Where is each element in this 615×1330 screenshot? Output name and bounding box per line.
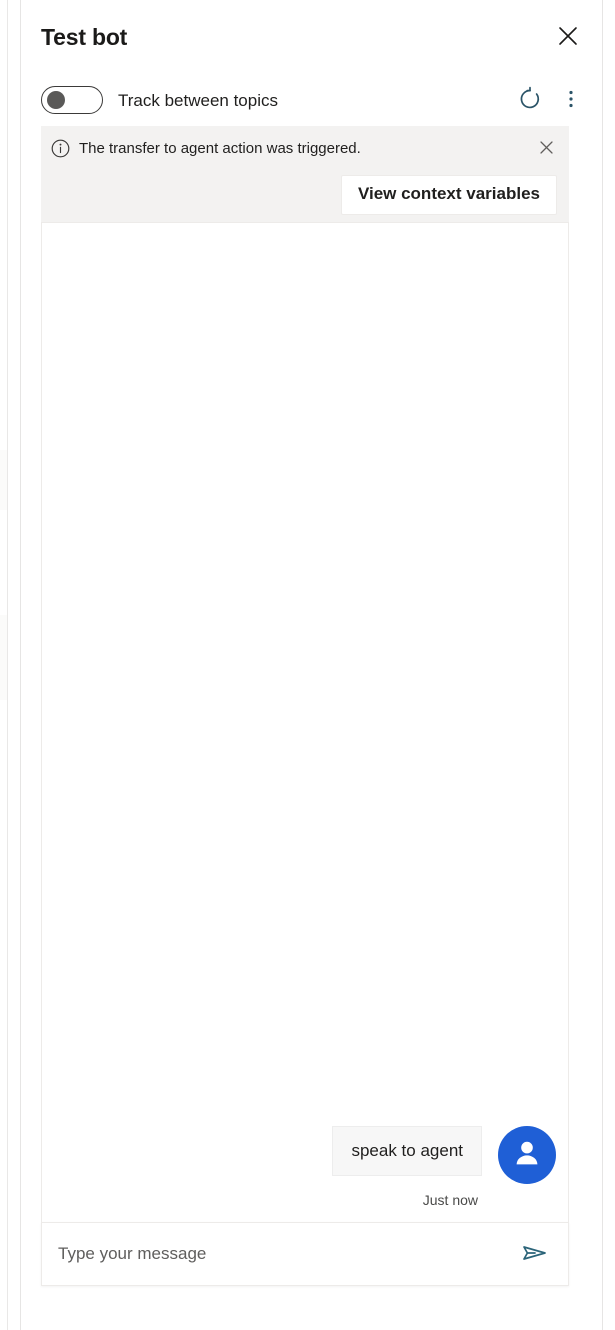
notification-row: The transfer to agent action was trigger… [51,138,559,163]
test-bot-page: Test bot Track between topics The transf… [0,0,615,1330]
avatar [498,1126,556,1184]
refresh-icon [517,86,543,115]
send-message-button[interactable] [514,1234,554,1274]
panel-toolbar: Track between topics [21,74,604,126]
toggle-switch-icon [47,91,65,109]
close-icon [538,139,555,159]
person-icon [510,1136,544,1175]
panel-header: Test bot [21,0,604,74]
bottom-vertical-rule [7,1295,8,1330]
test-bot-panel: Test bot Track between topics The transf… [20,0,603,1330]
more-options-button[interactable] [556,82,586,118]
close-icon [556,24,580,51]
track-between-topics-label: Track between topics [118,90,278,110]
message-timestamp: Just now [422,1192,478,1208]
dismiss-notification-button[interactable] [533,138,559,160]
track-between-topics-toggle[interactable] [41,86,103,114]
send-icon [519,1238,549,1271]
view-context-variables-button[interactable]: View context variables [340,175,557,215]
close-panel-button[interactable] [550,19,586,55]
chat-transcript[interactable]: speak to agent Just now [41,222,569,1222]
refresh-conversation-button[interactable] [512,82,548,118]
message-input[interactable] [58,1223,514,1285]
more-vertical-icon [561,88,581,113]
background-vertical-rule [7,0,8,1330]
notification-actions: View context variables [51,175,559,215]
user-message-bubble: speak to agent [332,1126,482,1177]
notification-bar: The transfer to agent action was trigger… [41,126,569,229]
message-composer [41,1222,569,1286]
notification-message: The transfer to agent action was trigger… [79,140,361,157]
info-circle-icon [51,139,70,163]
page-title: Test bot [41,23,128,50]
message-row: speak to agent [54,1126,556,1184]
